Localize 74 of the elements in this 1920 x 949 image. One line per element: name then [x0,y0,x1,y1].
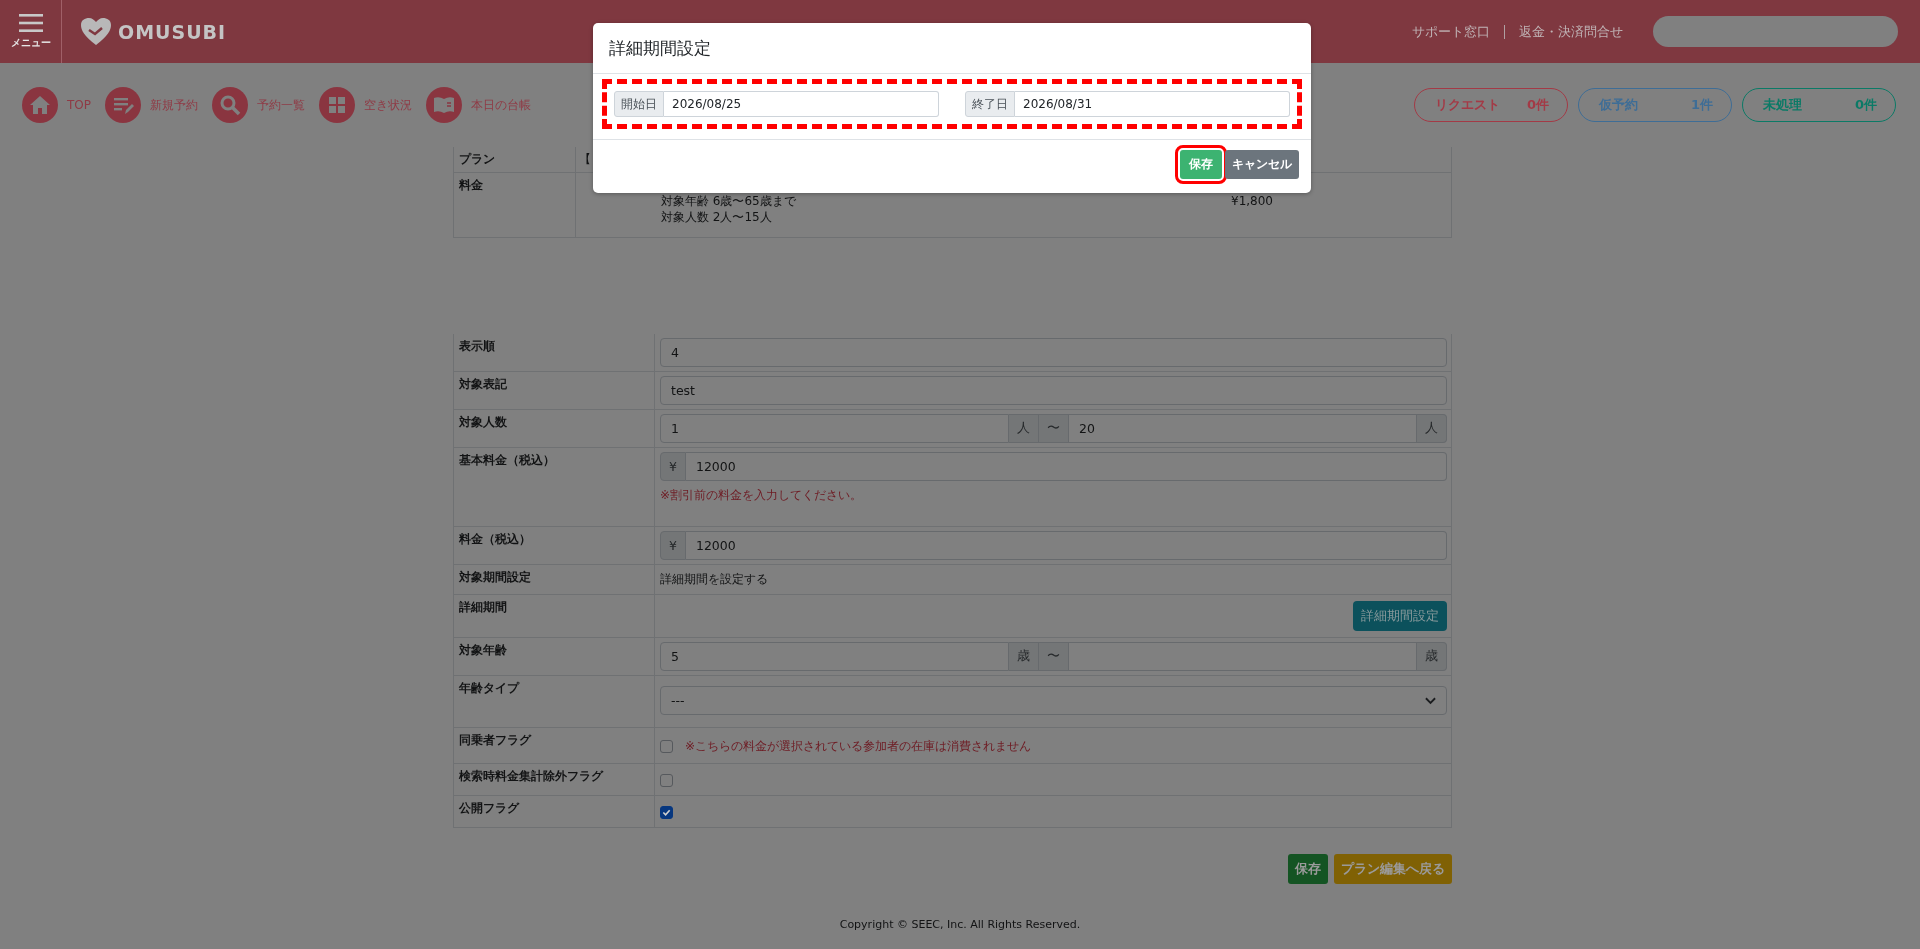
counter-count: 0件 [1526,96,1549,114]
heart-icon [80,16,112,47]
unit-label: 歳 [1009,642,1039,671]
checkbox[interactable] [660,774,673,787]
row-label: 基本料金（税込） [454,448,655,526]
nav-label: TOP [67,98,91,112]
menu-icon [18,13,43,33]
date-label: 開始日 [614,91,664,117]
unit-label: 人 [1417,414,1447,443]
counter-label: 未処理 [1763,96,1802,114]
home-icon [22,87,58,123]
header-link[interactable]: サポート窓口 [1412,22,1490,41]
period-settings-button[interactable]: 詳細期間設定 [1353,601,1447,631]
cancel-button[interactable]: キャンセル [1225,150,1299,179]
row-label: 対象年齢 [454,638,655,675]
chevron-down-icon [1425,696,1436,705]
condition-text: 対象人数 2人〜15人 [661,209,773,225]
row-label: 料金 [454,173,576,237]
condition-text: 対象年齢 6歳〜65歳まで [661,193,797,209]
nav-label: 新規予約 [150,96,198,114]
bracket-text: 【 [579,152,591,166]
input-field[interactable]: test [660,376,1447,405]
search-field[interactable] [1653,16,1898,47]
input-field[interactable] [1069,642,1417,671]
currency-label: ¥ [660,531,686,560]
dialog-title: 詳細期間設定 [609,38,711,58]
search-icon [212,87,248,123]
book-icon [426,87,462,123]
tilde-text: 〜 [1047,648,1060,665]
price-text: ¥1,800 [1231,194,1273,208]
date-label: 終了日 [965,91,1015,117]
row-label: 料金（税込） [454,527,655,564]
row-label: 年齢タイプ [454,676,655,727]
hint-text: ※割引前の料金を入力してください。 [660,487,864,504]
counter-count: 0件 [1854,96,1877,114]
row-label: 検索時料金集計除外フラグ [454,764,655,795]
row-label: 対象期間設定 [454,565,655,594]
nav-label: 本日の台帳 [471,96,531,114]
row-label: 公開フラグ [454,796,655,827]
checkbox[interactable] [660,740,673,753]
check-icon [662,808,671,817]
input-field[interactable]: 5 [660,642,1009,671]
row-label: 表示順 [454,334,655,371]
select-field[interactable]: --- [660,686,1447,715]
grid-icon [319,87,355,123]
value-text: 詳細期間を設定する [660,571,769,588]
row-label: 対象表記 [454,372,655,409]
save-button[interactable]: 保存 [1288,854,1328,884]
checkbox[interactable] [660,806,673,819]
input-field[interactable]: 12000 [685,531,1447,560]
date-field[interactable]: 2026/08/25 [664,91,939,117]
input-field[interactable]: 4 [660,338,1447,367]
input-field[interactable]: 12000 [685,452,1447,481]
counter-count: 1件 [1690,96,1713,114]
copyright-text: Copyright © SEEC, Inc. All Rights Reserved. [839,918,1081,931]
row-label: プラン [454,147,576,172]
date-field[interactable]: 2026/08/31 [1015,91,1290,117]
tilde-text: 〜 [1047,420,1060,437]
hint-text: ※こちらの料金が選択されている参加者の在庫は消費されません [685,738,1032,755]
nav-label: 空き状況 [364,96,412,114]
unit-label: 人 [1009,414,1039,443]
note-pencil-icon [105,87,141,123]
counter-label: リクエスト [1435,96,1500,114]
row-label: 詳細期間 [454,595,655,637]
input-field[interactable]: 1 [660,414,1009,443]
unit-label: 歳 [1417,642,1447,671]
input-field[interactable]: 20 [1069,414,1417,443]
menu-button[interactable]: メニュー [0,0,62,63]
counter-label: 仮予約 [1599,96,1638,114]
currency-label: ¥ [660,452,686,481]
logo-text: OMUSUBI [118,20,227,43]
row-label: 対象人数 [454,410,655,447]
row-label: 同乗者フラグ [454,728,655,763]
header-link[interactable]: 返金・決済問合せ [1519,22,1623,41]
